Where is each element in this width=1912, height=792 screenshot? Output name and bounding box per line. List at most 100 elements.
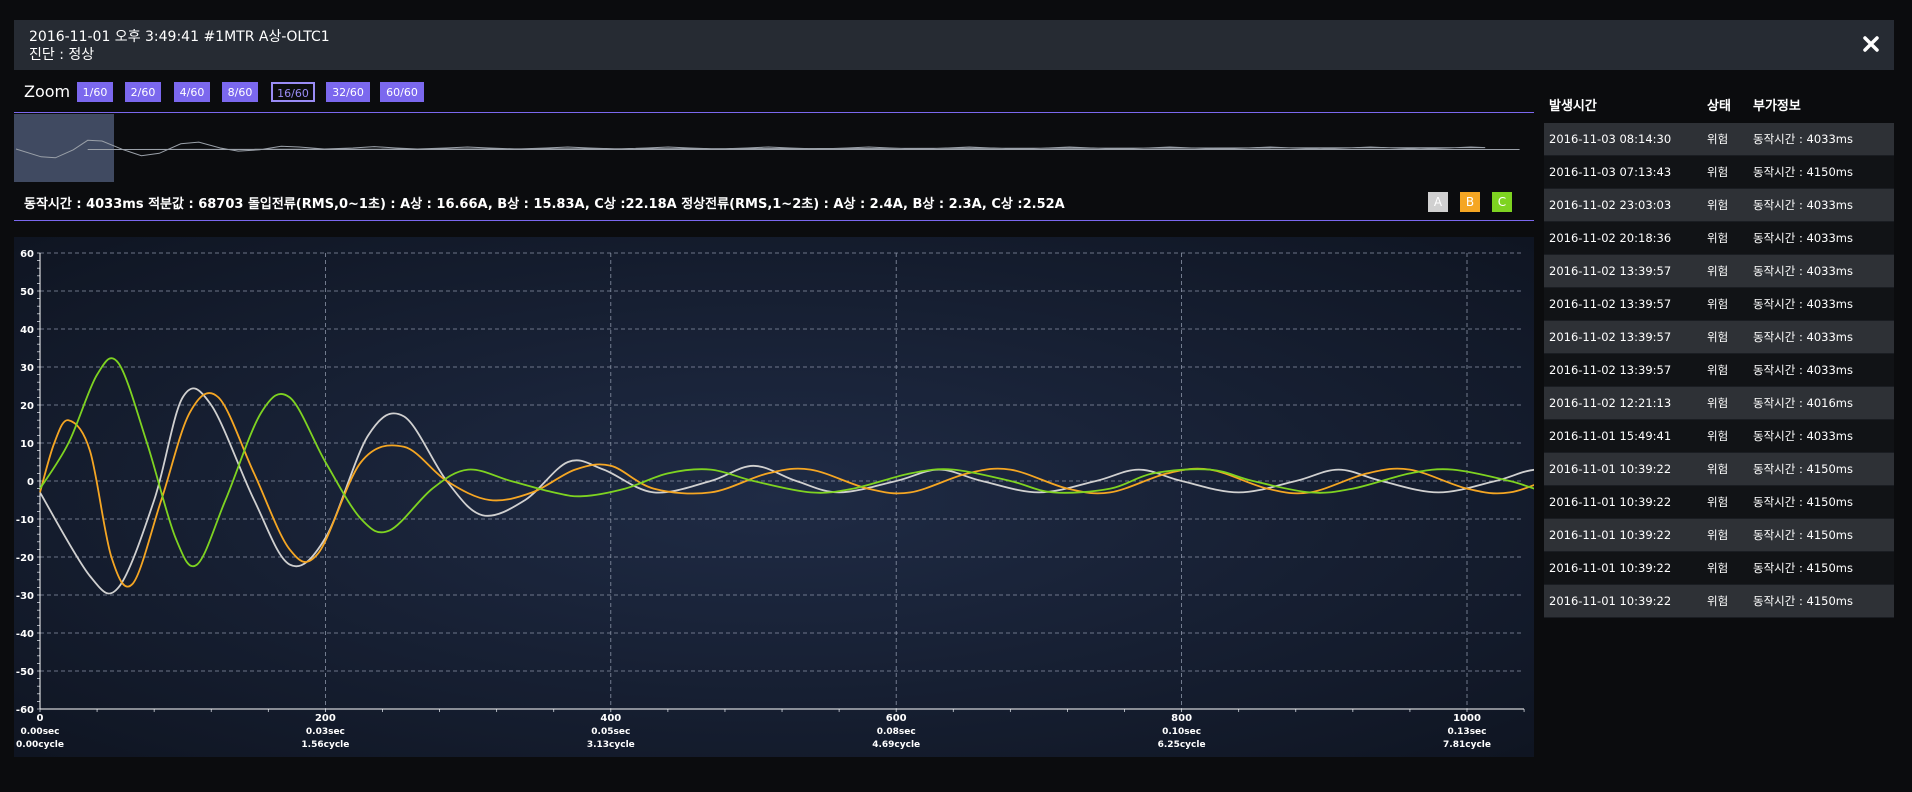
event-status: 위험 <box>1707 297 1729 311</box>
navigator-window[interactable] <box>14 114 114 182</box>
event-row[interactable]: 2016-11-01 10:39:22 위험 동작시간 : 4150ms <box>1544 453 1894 486</box>
zoom-button[interactable]: 2/60 <box>125 82 161 102</box>
header-time: 발생시간 <box>1549 99 1597 114</box>
close-icon[interactable] <box>1858 31 1884 57</box>
event-row[interactable]: 2016-11-02 12:21:13 위험 동작시간 : 4016ms <box>1544 387 1894 420</box>
event-row[interactable]: 2016-11-02 20:18:36 위험 동작시간 : 4033ms <box>1544 222 1894 255</box>
event-status: 위험 <box>1707 330 1729 344</box>
divider <box>14 220 1534 221</box>
x-tick-label: 1000 <box>1453 713 1481 724</box>
x-tick-sec: 0.13sec <box>1447 727 1486 737</box>
y-tick-label: -10 <box>16 515 34 526</box>
event-status: 위험 <box>1707 363 1729 377</box>
event-row[interactable]: 2016-11-01 10:39:22 위험 동작시간 : 4150ms <box>1544 486 1894 519</box>
event-row[interactable]: 2016-11-02 13:39:57 위험 동작시간 : 4033ms <box>1544 321 1894 354</box>
event-status: 위험 <box>1707 594 1729 608</box>
x-tick-label: 200 <box>315 713 336 724</box>
y-tick-label: -20 <box>16 553 34 564</box>
event-list-panel: 발생시간 상태 부가정보 2016-11-03 08:14:30 위험 동작시간 :… <box>1544 95 1894 618</box>
zoom-button[interactable]: 8/60 <box>222 82 258 102</box>
x-tick-cycle: 1.56cycle <box>301 740 349 750</box>
event-info: 동작시간 : 4150ms <box>1753 462 1853 476</box>
legend-b[interactable]: B <box>1460 192 1480 212</box>
event-row[interactable]: 2016-11-02 13:39:57 위험 동작시간 : 4033ms <box>1544 255 1894 288</box>
event-row[interactable]: 2016-11-01 10:39:22 위험 동작시간 : 4150ms <box>1544 552 1894 585</box>
event-info: 동작시간 : 4150ms <box>1753 165 1853 179</box>
event-info: 동작시간 : 4016ms <box>1753 396 1853 410</box>
event-status: 위험 <box>1707 396 1729 410</box>
event-info: 동작시간 : 4033ms <box>1753 297 1853 311</box>
navigator-overview[interactable] <box>14 114 1534 182</box>
event-info: 동작시간 : 4150ms <box>1753 528 1853 542</box>
y-tick-label: 20 <box>20 401 34 412</box>
diagnosis-text: 진단 : 정상 <box>29 47 95 63</box>
event-time: 2016-11-03 08:14:30 <box>1549 132 1672 146</box>
event-row[interactable]: 2016-11-01 15:49:41 위험 동작시간 : 4033ms <box>1544 420 1894 453</box>
event-time: 2016-11-01 10:39:22 <box>1549 462 1672 476</box>
y-tick-label: -30 <box>16 591 34 602</box>
event-info: 동작시간 : 4033ms <box>1753 132 1853 146</box>
x-tick-sec: 0.05sec <box>591 727 630 737</box>
y-tick-label: -60 <box>16 705 34 716</box>
y-tick-label: 50 <box>20 287 34 298</box>
header-info: 부가정보 <box>1753 99 1801 114</box>
event-time: 2016-11-02 23:03:03 <box>1549 198 1672 212</box>
divider <box>14 112 1534 113</box>
x-tick-cycle: 3.13cycle <box>587 740 635 750</box>
x-tick-sec: 0.00sec <box>20 727 59 737</box>
event-row[interactable]: 2016-11-01 10:39:22 위험 동작시간 : 4150ms <box>1544 519 1894 552</box>
y-tick-label: 0 <box>27 477 34 488</box>
zoom-button[interactable]: 1/60 <box>77 82 113 102</box>
event-info: 동작시간 : 4150ms <box>1753 594 1853 608</box>
x-tick-sec: 0.10sec <box>1162 727 1201 737</box>
event-info: 동작시간 : 4033ms <box>1753 363 1853 377</box>
summary-text: 동작시간 : 4033ms 적분값 : 68703 돌입전류(RMS,0~1초)… <box>24 197 1065 212</box>
event-status: 위험 <box>1707 561 1729 575</box>
y-tick-label: 40 <box>20 325 34 336</box>
event-time: 2016-11-02 20:18:36 <box>1549 231 1672 245</box>
x-tick-sec: 0.03sec <box>306 727 345 737</box>
event-row[interactable]: 2016-11-02 23:03:03 위험 동작시간 : 4033ms <box>1544 189 1894 222</box>
event-time: 2016-11-02 12:21:13 <box>1549 396 1672 410</box>
x-tick-cycle: 0.00cycle <box>16 740 64 750</box>
zoom-button[interactable]: 32/60 <box>326 82 370 102</box>
event-status: 위험 <box>1707 231 1729 245</box>
event-list-header: 발생시간 상태 부가정보 <box>1544 95 1894 123</box>
y-tick-label: 30 <box>20 363 34 374</box>
event-time: 2016-11-02 13:39:57 <box>1549 297 1672 311</box>
event-time: 2016-11-01 10:39:22 <box>1549 528 1672 542</box>
y-tick-label: -40 <box>16 629 34 640</box>
event-info: 동작시간 : 4150ms <box>1753 561 1853 575</box>
event-info: 동작시간 : 4150ms <box>1753 495 1853 509</box>
zoom-button[interactable]: 16/60 <box>271 82 315 102</box>
event-time: 2016-11-01 10:39:22 <box>1549 495 1672 509</box>
event-info: 동작시간 : 4033ms <box>1753 231 1853 245</box>
zoom-button[interactable]: 60/60 <box>380 82 424 102</box>
legend-a[interactable]: A <box>1428 192 1448 212</box>
event-row[interactable]: 2016-11-02 13:39:57 위험 동작시간 : 4033ms <box>1544 288 1894 321</box>
event-status: 위험 <box>1707 198 1729 212</box>
event-title: 2016-11-01 오후 3:49:41 #1MTR A상-OLTC1 <box>29 29 330 45</box>
event-info: 동작시간 : 4033ms <box>1753 330 1853 344</box>
x-tick-cycle: 4.69cycle <box>872 740 920 750</box>
event-row[interactable]: 2016-11-03 08:14:30 위험 동작시간 : 4033ms <box>1544 123 1894 156</box>
event-info: 동작시간 : 4033ms <box>1753 198 1853 212</box>
detail-header: 2016-11-01 오후 3:49:41 #1MTR A상-OLTC1 진단 … <box>14 20 1894 70</box>
x-tick-sec: 0.08sec <box>877 727 916 737</box>
event-row[interactable]: 2016-11-01 10:39:22 위험 동작시간 : 4150ms <box>1544 585 1894 618</box>
header-status: 상태 <box>1707 99 1731 114</box>
legend-c[interactable]: C <box>1492 192 1512 212</box>
event-row[interactable]: 2016-11-03 07:13:43 위험 동작시간 : 4150ms <box>1544 156 1894 189</box>
event-row[interactable]: 2016-11-02 13:39:57 위험 동작시간 : 4033ms <box>1544 354 1894 387</box>
event-status: 위험 <box>1707 462 1729 476</box>
zoom-button[interactable]: 4/60 <box>174 82 210 102</box>
event-status: 위험 <box>1707 132 1729 146</box>
x-tick-label: 600 <box>886 713 907 724</box>
event-time: 2016-11-02 13:39:57 <box>1549 363 1672 377</box>
x-tick-cycle: 7.81cycle <box>1443 740 1491 750</box>
event-status: 위험 <box>1707 528 1729 542</box>
waveform-chart[interactable]: 6050403020100-10-20-30-40-50-6000.00sec0… <box>14 237 1534 757</box>
event-time: 2016-11-02 13:39:57 <box>1549 264 1672 278</box>
y-tick-label: 10 <box>20 439 34 450</box>
event-status: 위험 <box>1707 429 1729 443</box>
